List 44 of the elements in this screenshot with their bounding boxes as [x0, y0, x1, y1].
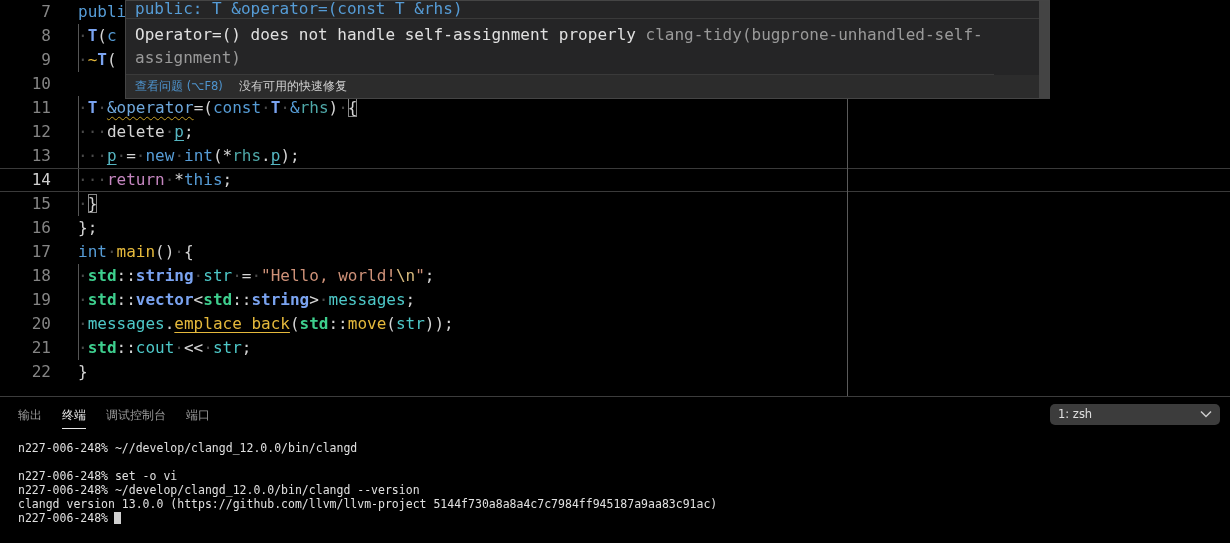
line-number: 22 [30, 361, 52, 383]
line-number: 11 [30, 97, 52, 119]
code-line: ···return·*this; [78, 169, 233, 191]
terminal-line: n227-006-248% ~/develop/clangd_12.0.0/bin/clangd --version [18, 483, 420, 497]
line-number: 20 [30, 313, 52, 335]
code-line: ·messages.emplace_back(std::move(str)); [78, 312, 454, 336]
code-line: } [78, 361, 88, 383]
code-line: ·~T( [78, 48, 117, 72]
code-line: ·std::vector<std::string>·messages; [78, 288, 416, 312]
terminal-line: clangd version 13.0.0 (https://github.com/llvm/llvm-project 5144f730a8a8a4c7c7984ff945187a9aa83c91ac) [18, 497, 718, 511]
panel-tab[interactable]: 调试控制台 [106, 403, 166, 429]
panel-tab[interactable]: 端口 [186, 403, 210, 429]
line-number: 7 [40, 1, 52, 23]
code-line: ·std::string·str·=·"Hello, world!\n"; [78, 264, 435, 288]
line-number: 19 [30, 289, 52, 311]
line-number: 17 [30, 241, 52, 263]
code-line: publi [78, 1, 127, 23]
code-line: ·} [78, 192, 98, 216]
line-number: 21 [30, 337, 52, 359]
view-problem-link[interactable]: 查看问题 (⌥F8) [135, 79, 223, 94]
terminal-dropdown[interactable]: 1: zsh [1050, 403, 1220, 425]
line-number: 13 [30, 145, 52, 167]
code-line: ···p·=·new·int(*rhs.p); [78, 144, 300, 168]
line-number: 12 [30, 121, 52, 143]
code-line: ···delete·p; [78, 120, 194, 144]
code-line: ·T·&operator=(const·T·&rhs)·{ [78, 96, 358, 120]
line-number: 9 [40, 49, 52, 71]
terminal-line: n227-006-248% set -o vi [18, 469, 178, 483]
line-number: 8 [40, 25, 52, 47]
line-number: 16 [30, 217, 52, 239]
line-number: 18 [30, 265, 52, 287]
code-line: int·main()·{ [78, 241, 194, 263]
code-line: ·T(c [78, 24, 117, 48]
panel-tab[interactable]: 输出 [18, 403, 42, 429]
line-number: 10 [30, 73, 52, 95]
panel-tab[interactable]: 终端 [62, 403, 86, 429]
code-line: ·std::cout·<<·str; [78, 336, 252, 360]
chevron-down-icon [1200, 410, 1212, 418]
code-line: }; [78, 217, 98, 239]
terminal-line: n227-006-248% ~//develop/clangd_12.0.0/bin/clangd [18, 441, 358, 455]
line-number: 14 [30, 169, 52, 191]
line-number: 15 [30, 193, 52, 215]
terminal-line: n227-006-248% [18, 511, 108, 525]
no-quick-fix-text: 没有可用的快速修复 [238, 79, 347, 94]
